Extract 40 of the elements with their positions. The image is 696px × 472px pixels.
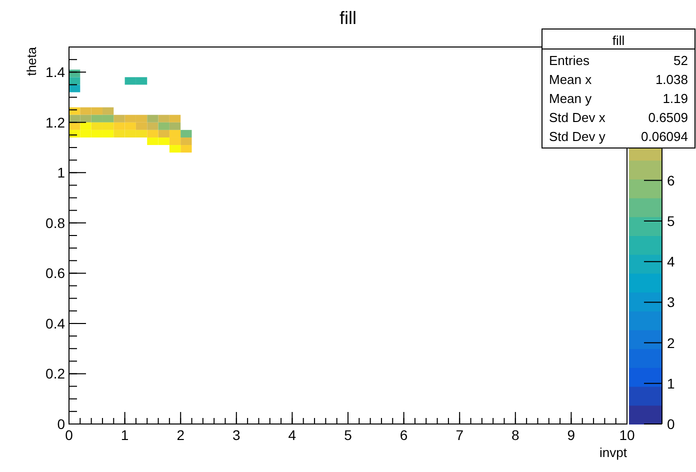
y-axis-label: theta — [24, 47, 39, 76]
color-tick-label: 2 — [667, 334, 675, 351]
x-tick-label: 10 — [619, 427, 635, 443]
y-tick-label: 0.8 — [46, 214, 65, 231]
color-tick-label: 6 — [667, 172, 675, 188]
y-tick-label: 1.2 — [46, 114, 65, 130]
stats-label: Entries — [549, 53, 590, 68]
x-tick-label: 6 — [400, 427, 408, 443]
x-tick-label: 7 — [456, 427, 464, 443]
color-tick-label: 3 — [667, 294, 675, 310]
x-axis-label: invpt — [600, 445, 627, 460]
stats-value: 0.06094 — [641, 129, 688, 144]
x-tick-label: 4 — [288, 427, 296, 443]
y-tick-label: 0.4 — [46, 315, 65, 332]
stats-value: 1.038 — [655, 72, 688, 87]
y-tick-label: 0 — [57, 416, 65, 432]
stats-label: Mean x — [549, 72, 592, 87]
stats-title: fill — [612, 33, 625, 48]
x-tick-label: 8 — [512, 427, 520, 443]
x-tick-label: 2 — [176, 427, 184, 443]
y-tick-label: 1.4 — [46, 64, 65, 80]
color-tick-label: 0 — [667, 416, 675, 432]
plot-title: fill — [340, 8, 356, 28]
stats-label: Mean y — [549, 91, 592, 106]
stats-value: 1.19 — [662, 91, 688, 106]
color-tick-label: 5 — [667, 213, 675, 229]
x-tick-label: 0 — [65, 427, 73, 443]
stats-value: 0.6509 — [648, 110, 688, 125]
y-tick-label: 0.2 — [46, 366, 65, 382]
x-tick-label: 1 — [120, 427, 129, 443]
color-tick-label: 1 — [667, 375, 675, 392]
color-tick-label: 4 — [667, 254, 675, 270]
stats-label: Std Dev y — [549, 129, 606, 144]
y-tick-label: 1 — [57, 164, 65, 181]
x-tick-label: 9 — [567, 427, 576, 443]
x-tick-label: 5 — [344, 427, 352, 443]
stats-label: Std Dev x — [549, 110, 606, 125]
x-tick-label: 3 — [232, 427, 240, 443]
y-tick-label: 0.6 — [46, 265, 65, 282]
stats-value: 52 — [674, 53, 688, 68]
